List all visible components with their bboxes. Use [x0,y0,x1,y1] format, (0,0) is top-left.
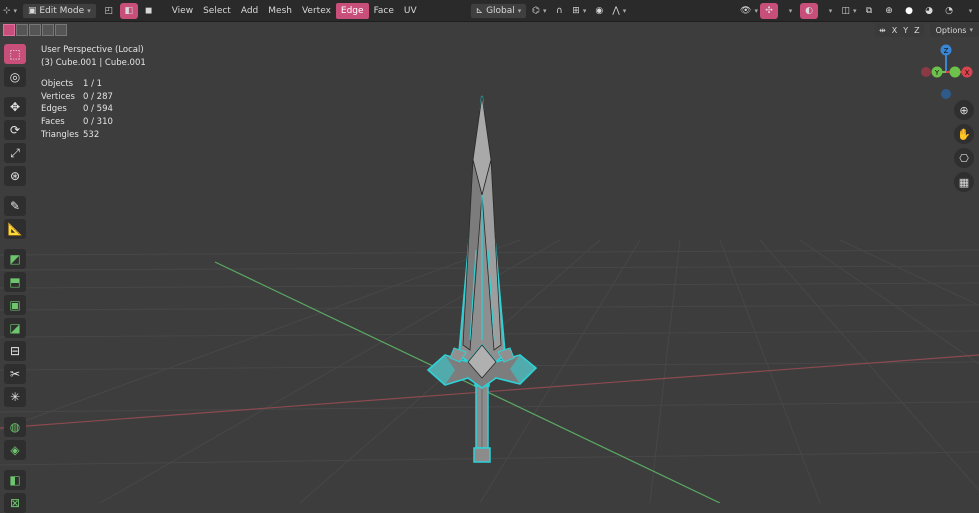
proportional-edit-icon[interactable]: ◉ [590,3,608,19]
chevron-down-icon: ▾ [969,26,973,34]
transform-orientation-dropdown[interactable]: ⊾ Global ▾ [469,2,528,19]
select-subtract-icon[interactable] [29,24,41,36]
mirror-x-button[interactable]: X [892,26,897,35]
loop-cut-tool[interactable]: ⊟ [4,341,26,361]
tool-shelf: ⬚ ◎ ✥ ⟳ ⤢ ⊛ ✎ 📐 ◩ ⬒ ▣ ◪ ⊟ ✂ ✳ ◍ ◈ ◧ ⊠ [4,44,28,513]
mirror-z-button[interactable]: Z [914,26,919,35]
chevron-down-icon: ▾ [517,6,522,15]
edge-slide-tool[interactable]: ◧ [4,470,26,490]
mode-dropdown[interactable]: ▣ Edit Mode ▾ [22,2,97,19]
viewport-info: User Perspective (Local) (3) Cube.001 | … [41,44,146,70]
rotate-tool[interactable]: ⟳ [4,120,26,140]
3d-viewport[interactable]: Z X Y [0,0,979,503]
pan-hand-icon[interactable]: ✋ [954,124,974,144]
gizmo-x-label: X [965,69,970,77]
gizmo-dropdown-icon[interactable]: ▾ [780,3,798,19]
poly-build-tool[interactable]: ✳ [4,387,26,407]
options-label: Options [935,25,967,35]
viewport-subbar: ⇹ X Y Z Options ▾ [875,23,979,37]
gizmo-y-label: Y [934,69,940,77]
wireframe-shading-icon[interactable]: ⊕ [880,3,898,19]
vertex-select-button[interactable]: ◰ [100,3,118,19]
shrink-fatten-tool[interactable]: ⊠ [4,493,26,513]
mirror-y-button[interactable]: Y [903,26,908,35]
select-box-tool[interactable]: ⬚ [4,44,26,64]
measure-tool[interactable]: 📐 [4,219,26,239]
orientation-label: Global [486,5,515,16]
menu-edge[interactable]: Edge [335,2,369,19]
visibility-icon[interactable]: 👁 ▾ [740,3,758,19]
statistics-overlay: Objects 1 / 1 Vertices 0 / 287 Edges 0 / 59… [41,78,113,142]
editor-type-button[interactable]: ⊹ ▾ [1,3,19,19]
perspective-label: User Perspective (Local) [41,45,144,55]
menu-view[interactable]: View [167,3,198,19]
inset-tool[interactable]: ▣ [4,295,26,315]
edge-select-button[interactable]: ◧ [119,2,138,19]
mirror-axes: ⇹ X Y Z [875,23,924,37]
knife-tool[interactable]: ✂ [4,364,26,384]
pivot-point-icon[interactable]: ⌬ ▾ [530,3,548,19]
material-shading-icon[interactable]: ◕ [920,3,938,19]
stat-row: Vertices 0 / 287 [41,91,113,102]
move-tool[interactable]: ✥ [4,97,26,117]
menu-uv[interactable]: UV [399,3,422,19]
perspective-toggle-icon[interactable]: ▦ [954,172,974,192]
select-intersect-icon[interactable] [55,24,67,36]
xray-toggle-icon[interactable]: ⧉ [860,3,878,19]
viewport-navigation: ⊕ ✋ ⎔ ▦ [954,100,974,192]
camera-view-icon[interactable]: ⎔ [954,148,974,168]
menu-vertex[interactable]: Vertex [297,3,336,19]
active-object-label: (3) Cube.001 | Cube.001 [41,58,146,68]
scale-tool[interactable]: ⤢ [4,143,26,163]
select-invert-icon[interactable] [42,24,54,36]
gizmo-toggle-icon[interactable]: ✣ [760,2,778,19]
mirror-icon: ⇹ [879,25,886,35]
stat-row: Faces 0 / 310 [41,117,113,128]
transform-tool[interactable]: ⊛ [4,166,26,186]
annotate-tool[interactable]: ✎ [4,196,26,216]
snap-target-icon[interactable]: ⊞ ▾ [570,3,588,19]
zoom-icon[interactable]: ⊕ [954,100,974,120]
viewport-header: ⊹ ▾ ▣ Edit Mode ▾ ◰ ◧ ◼ View Select Add M… [0,0,979,22]
menu-mesh[interactable]: Mesh [263,3,297,19]
select-extend-icon[interactable] [16,24,28,36]
menu-face[interactable]: Face [369,3,399,19]
spin-tool[interactable]: ◍ [4,417,26,437]
mode-label: Edit Mode [39,5,85,16]
extrude-tool[interactable]: ⬒ [4,272,26,292]
mesh-overlay-icon[interactable]: ◫ ▾ [840,3,858,19]
add-cube-tool[interactable]: ◩ [4,249,26,269]
gizmo-z-label: Z [944,47,949,55]
rendered-shading-icon[interactable]: ◔ [940,3,958,19]
overlay-dropdown-icon[interactable]: ▾ [820,3,838,19]
mode-icon: ▣ [28,5,40,16]
bevel-tool[interactable]: ◪ [4,318,26,338]
stat-row: Edges 0 / 594 [41,104,113,115]
snap-icon[interactable]: ∩ [550,3,568,19]
solid-shading-icon[interactable]: ● [900,3,918,19]
smooth-tool[interactable]: ◈ [4,440,26,460]
chevron-down-icon: ▾ [87,6,91,15]
stat-row: Triangles 532 [41,129,100,140]
options-dropdown[interactable]: Options ▾ [929,23,979,37]
overlay-toggle-icon[interactable]: ◐ [800,2,818,19]
cursor-tool[interactable]: ◎ [4,67,26,87]
stat-row: Objects 1 / 1 [41,79,103,89]
navigation-gizmo[interactable]: Z X Y [921,44,973,100]
menu-select[interactable]: Select [198,3,236,19]
face-select-button[interactable]: ◼ [140,3,158,19]
select-new-icon[interactable] [3,24,15,36]
orientation-icon: ⊾ [475,5,487,16]
shading-options-icon[interactable]: ▾ [960,3,978,19]
select-mode-row [3,24,67,36]
menu-add[interactable]: Add [236,3,263,19]
falloff-icon[interactable]: ⋀ ▾ [610,3,628,19]
